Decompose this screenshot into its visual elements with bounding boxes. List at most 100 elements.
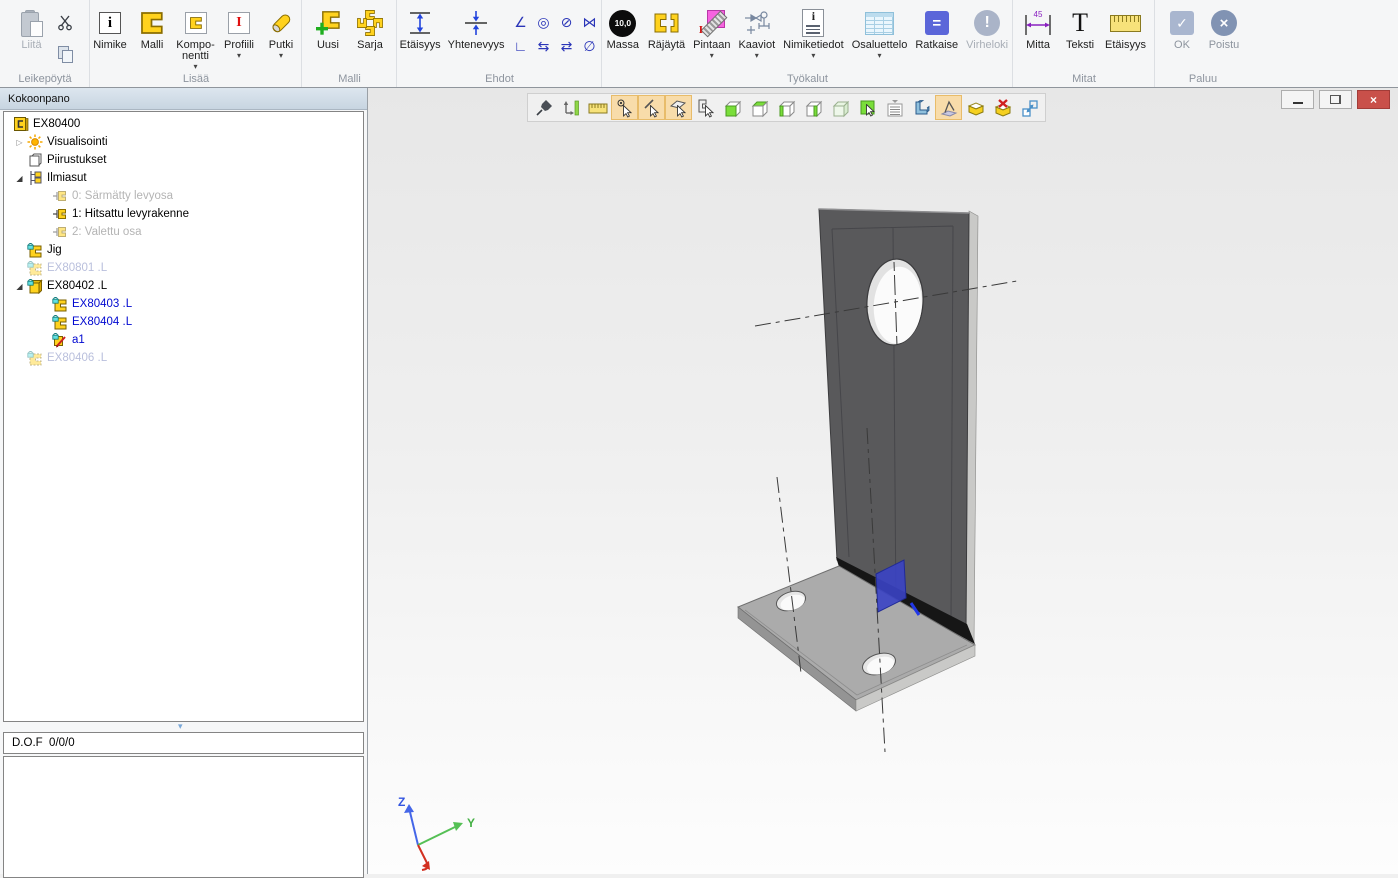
dof-value: D.O.F 0/0/0 bbox=[12, 737, 75, 749]
constraint-mini-grid: ∠ ◎ ⊘ ⋈ ∟ ⇆ ⇄ ∅ bbox=[509, 10, 601, 58]
model-3d-scene[interactable]: Z Y bbox=[368, 88, 1398, 874]
ribbon: Liitä i Nimike Malli bbox=[0, 0, 1398, 88]
ruler-tool[interactable] bbox=[584, 95, 611, 120]
tree-item-a1[interactable]: a1 bbox=[4, 331, 363, 349]
komponentti-icon bbox=[185, 12, 207, 34]
tree-item-piirustukset[interactable]: Piirustukset bbox=[4, 151, 363, 169]
minimize-button[interactable] bbox=[1281, 90, 1314, 109]
tree-item-ex80403[interactable]: EX80403 .L bbox=[4, 295, 363, 313]
view-left[interactable] bbox=[773, 95, 800, 120]
select-face-filter[interactable] bbox=[665, 95, 692, 120]
assembly-tree[interactable]: EX80400 ▷ Visualisointi Piirustukset ◢ I… bbox=[3, 111, 364, 722]
pin-tool[interactable] bbox=[530, 95, 557, 120]
close-button[interactable]: × bbox=[1357, 90, 1390, 109]
dropdown-arrow-icon: ▾ bbox=[811, 51, 815, 60]
to-surface-button[interactable]: I Pintaan ▾ bbox=[690, 6, 733, 60]
group-label-clipboard: Leikepöytä bbox=[0, 73, 90, 85]
component-tray-delete[interactable] bbox=[989, 95, 1016, 120]
error-log-button[interactable]: ! Virheloki bbox=[963, 6, 1011, 51]
select-component-filter[interactable] bbox=[692, 95, 719, 120]
select-edge-filter[interactable] bbox=[638, 95, 665, 120]
concentric-constraint-icon[interactable]: ◎ bbox=[532, 10, 555, 34]
putki-button[interactable]: Putki ▾ bbox=[261, 6, 301, 60]
model-view[interactable] bbox=[908, 95, 935, 120]
component-tray[interactable] bbox=[962, 95, 989, 120]
select-point-filter[interactable] bbox=[611, 95, 638, 120]
part-locked-icon bbox=[51, 314, 68, 330]
text-button[interactable]: T Teksti bbox=[1060, 6, 1100, 51]
tree-item-jig[interactable]: Jig bbox=[4, 241, 363, 259]
distance-ruler-button[interactable]: Etäisyys bbox=[1102, 6, 1149, 51]
dimension-icon: 45 bbox=[1022, 9, 1054, 37]
solve-button[interactable]: = Ratkaise bbox=[912, 6, 961, 51]
measure-to-edge-tool[interactable] bbox=[557, 95, 584, 120]
tree-item-ex80801[interactable]: EX80801 .L bbox=[4, 259, 363, 277]
paste-icon bbox=[21, 6, 43, 40]
tree-item-representation-1[interactable]: 1: Hitsattu levyrakenne bbox=[4, 205, 363, 223]
paste-button[interactable]: Liitä bbox=[12, 6, 52, 51]
tree-item-visualisointi[interactable]: ▷ Visualisointi bbox=[4, 133, 363, 151]
opposed-constraint-icon[interactable]: ⇄ bbox=[555, 34, 578, 58]
expander-expanded-icon[interactable]: ◢ bbox=[13, 282, 26, 291]
group-label-model: Malli bbox=[302, 73, 397, 85]
schematics-button[interactable]: Kaaviot ▾ bbox=[735, 6, 778, 60]
sarja-button[interactable]: Sarja bbox=[350, 6, 390, 51]
komponentti-button[interactable]: Kompo- nentti ▾ bbox=[174, 6, 217, 71]
select-body-filter[interactable] bbox=[854, 95, 881, 120]
malli-icon bbox=[141, 12, 163, 34]
solve-icon: = bbox=[925, 11, 949, 35]
angle-constraint-icon[interactable]: ∠ bbox=[509, 10, 532, 34]
view-iso[interactable] bbox=[827, 95, 854, 120]
massa-button[interactable]: 10,0 Massa bbox=[603, 6, 643, 51]
perpendicular-constraint-icon[interactable]: ∟ bbox=[509, 34, 532, 58]
parallel-constraint-icon[interactable]: ⇆ bbox=[532, 34, 555, 58]
assembly-panel: Kokoonpano EX80400 ▷ Visualisointi Piiru… bbox=[0, 88, 368, 874]
coincidence-constraint-button[interactable]: Yhtenevyys bbox=[445, 6, 507, 51]
tree-item-ex80404[interactable]: EX80404 .L bbox=[4, 313, 363, 331]
view-top[interactable] bbox=[746, 95, 773, 120]
cut-button[interactable] bbox=[54, 10, 78, 34]
sketch-plane[interactable] bbox=[935, 95, 962, 120]
expander-expanded-icon[interactable]: ◢ bbox=[13, 174, 26, 183]
dimension-button[interactable]: 45 Mitta bbox=[1018, 6, 1058, 51]
malli-button[interactable]: Malli bbox=[132, 6, 172, 51]
restore-button[interactable] bbox=[1319, 90, 1352, 109]
part-ghost-icon bbox=[26, 350, 43, 366]
parts-list-icon bbox=[865, 12, 894, 35]
tree-item-representation-0[interactable]: 0: Särmätty levyosa bbox=[4, 187, 363, 205]
nimike-button[interactable]: i Nimike bbox=[90, 6, 130, 51]
symmetry-constraint-icon[interactable]: ⋈ bbox=[578, 10, 601, 34]
tree-item-ex80402[interactable]: ◢ EX80402 .L bbox=[4, 277, 363, 295]
exit-button[interactable]: × Poistu bbox=[1204, 6, 1244, 51]
tree-item-representation-2[interactable]: 2: Valettu osa bbox=[4, 223, 363, 241]
view-front[interactable] bbox=[719, 95, 746, 120]
nimike-icon: i bbox=[99, 12, 121, 34]
part-locked-icon bbox=[51, 296, 68, 312]
expander-collapsed-icon[interactable]: ▷ bbox=[13, 138, 26, 147]
bracket-model bbox=[738, 209, 978, 711]
ok-check-icon: ✓ bbox=[1170, 11, 1194, 35]
tangent-constraint-icon[interactable]: ⊘ bbox=[555, 10, 578, 34]
error-log-icon: ! bbox=[974, 10, 1000, 36]
distance-constraint-button[interactable]: Etäisyys bbox=[397, 6, 443, 51]
view-right[interactable] bbox=[800, 95, 827, 120]
schematics-icon bbox=[743, 10, 771, 36]
explode-button[interactable]: Räjäytä bbox=[645, 6, 688, 51]
tree-item-ilmiasut[interactable]: ◢ Ilmiasut bbox=[4, 169, 363, 187]
copy-button[interactable] bbox=[54, 42, 78, 66]
tree-item-ex80400[interactable]: EX80400 bbox=[4, 115, 363, 133]
profiili-button[interactable]: I Profiili ▾ bbox=[219, 6, 259, 60]
item-data-button[interactable]: i Nimiketiedot ▾ bbox=[780, 6, 847, 60]
close-icon: × bbox=[1370, 93, 1377, 107]
exit-x-icon: × bbox=[1211, 10, 1237, 36]
selection-list[interactable] bbox=[881, 95, 908, 120]
detach-window[interactable] bbox=[1016, 95, 1043, 120]
ok-button[interactable]: ✓ OK bbox=[1162, 6, 1202, 51]
parts-list-button[interactable]: Osaluettelo ▾ bbox=[849, 6, 911, 60]
uusi-button[interactable]: Uusi bbox=[308, 6, 348, 51]
antitangent-constraint-icon[interactable]: ∅ bbox=[578, 34, 601, 58]
massa-icon: 10,0 bbox=[609, 10, 636, 37]
z-axis-label: Z bbox=[398, 795, 405, 809]
model-viewport[interactable]: Z Y bbox=[368, 88, 1398, 874]
tree-item-ex80406[interactable]: EX80406 .L bbox=[4, 349, 363, 367]
